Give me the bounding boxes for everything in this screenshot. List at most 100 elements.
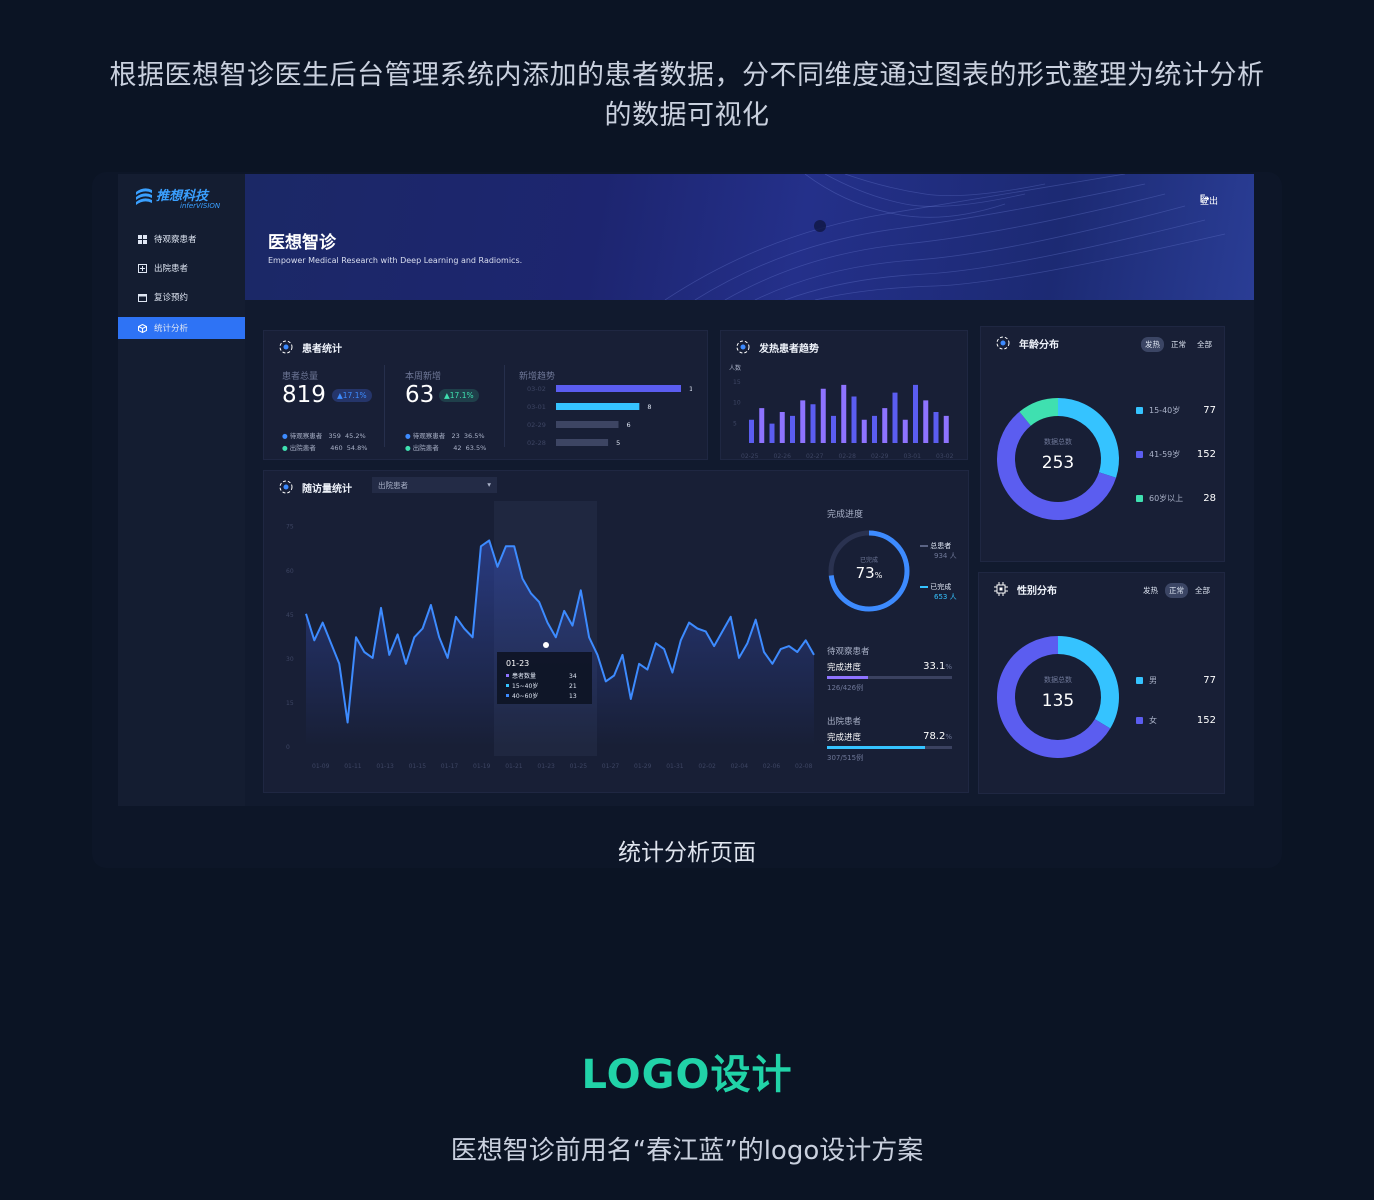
gender-filter-normal[interactable]: 正常 (1165, 583, 1188, 598)
patient-stats-panel: 患者统计 患者总量 819 ▲17.1% ● 待观察患者 359 45.2% ●… (263, 330, 708, 460)
brand-logo[interactable]: 推想科技 inferVISION (134, 182, 244, 214)
legend-swatch (1136, 451, 1143, 458)
ring-legend-done: 已完成 653 人 (920, 582, 957, 602)
tick-label: 01-23 (537, 763, 555, 770)
legend-label: 男 (1149, 676, 1157, 685)
tick-label: 02-06 (763, 763, 781, 770)
fever-bar (882, 408, 888, 443)
fever-bar (749, 419, 754, 443)
divider (504, 365, 505, 447)
divider (384, 365, 385, 447)
fever-bar (779, 412, 785, 443)
tick-label: 01-21 (505, 763, 523, 770)
tick-label: 02-02 (698, 763, 716, 770)
tick-label: 01-29 (634, 763, 652, 770)
legend-value: 77 (1203, 405, 1216, 416)
total-breakdown: ● 待观察患者 359 45.2% ● 出院患者 460 54.8% (282, 432, 368, 452)
tick-label: 03-02 (936, 453, 954, 460)
tick-label: 01-11 (344, 763, 362, 770)
fever-bar (923, 400, 929, 443)
stats-icon (279, 340, 293, 354)
caption: 统计分析页面 (618, 840, 756, 866)
legend-item: 41-59岁 152 (1136, 449, 1216, 460)
tooltip-label: 15~40岁 (512, 682, 538, 690)
intro-text: 根据医想智诊医生后台管理系统内添加的患者数据，分不同维度通过图表的形式整理为统计… (109, 60, 1265, 131)
age-filter-normal[interactable]: 正常 (1167, 337, 1190, 352)
tooltip-value: 13 (569, 693, 577, 700)
fever-bar (820, 388, 826, 443)
gender-filter-fever[interactable]: 发热 (1139, 583, 1162, 598)
fever-bar (902, 419, 908, 443)
tick-label: 0 (286, 744, 290, 751)
tooltip-label: 40~60岁 (512, 692, 538, 700)
age-filter: 发热 正常 全部 (1141, 337, 1216, 352)
legend-swatch (1136, 677, 1143, 684)
patient-type-select[interactable]: 出院患者 ▾ (372, 477, 497, 493)
gender-title: 性别分布 (993, 581, 1057, 597)
sidebar-item-discharged[interactable]: 出院患者 (118, 257, 245, 279)
legend-item: 15-40岁 77 (1136, 405, 1216, 416)
stats-icon (736, 340, 750, 354)
legend-label: 女 (1149, 716, 1157, 725)
tick-label: 5 (733, 420, 737, 427)
age-panel: 年龄分布 发热 正常 全部 数据总数 253 15-40岁 77 41-59岁 152… (980, 326, 1225, 562)
tooltip-value: 34 (569, 673, 577, 680)
sidebar-item-observing[interactable]: 待观察患者 (118, 228, 245, 250)
gender-panel: 性别分布 发热 正常 全部 数据总数 135 男 77 女 152 (978, 572, 1225, 794)
tick-label: 02-28 (839, 453, 857, 460)
logo-section-title: LOGO设计 (581, 1052, 793, 1098)
fever-bar (943, 415, 949, 443)
header-banner: 医想智诊 Empower Medical Research with Deep … (245, 174, 1254, 300)
donut-slice (1019, 398, 1059, 426)
banner-subtitle: Empower Medical Research with Deep Learn… (268, 256, 523, 265)
chevron-down-icon: ▾ (487, 480, 491, 489)
tick-label: 02-29 (527, 421, 546, 429)
tooltip-swatch (506, 684, 509, 687)
sidebar-item-label: 待观察患者 (154, 235, 197, 245)
sidebar-item-label: 复诊预约 (154, 293, 189, 303)
logout-button[interactable]: 登出 (1200, 194, 1218, 207)
tick-label: 02-26 (774, 453, 792, 460)
weekly-change-badge: ▲17.1% (439, 389, 479, 402)
fever-trend-panel: 发热患者趋势 人数 15 10 5 02-25 02-26 02-27 02-28 02-29 0… (720, 330, 968, 460)
gender-center-label: 数据总数 (1044, 676, 1072, 684)
logo-en: inferVISION (180, 202, 221, 210)
fever-bar (861, 419, 867, 443)
tick-label: 03-01 (904, 453, 922, 460)
ring-legend-total: 总患者 934 人 (920, 541, 957, 561)
tick-label: 01-25 (570, 763, 588, 770)
fever-bar (872, 415, 877, 443)
hover-point (543, 642, 549, 648)
tick-label: 02-27 (806, 453, 824, 460)
age-filter-fever[interactable]: 发热 (1141, 337, 1164, 352)
trend-bar (556, 403, 640, 410)
total-label: 患者总量 (282, 372, 319, 382)
tick-label: 01-19 (473, 763, 491, 770)
tooltip-date: 01-23 (506, 659, 529, 668)
sidebar-item-revisit[interactable]: 复诊预约 (118, 286, 245, 308)
legend-swatch (1136, 495, 1143, 502)
fever-bar-chart: 人数 15 10 5 02-25 02-26 02-27 02-28 02-29 03-01 03-… (729, 364, 954, 460)
data-label: 5 (616, 439, 620, 447)
gender-total: 135 (1041, 691, 1075, 711)
age-filter-all[interactable]: 全部 (1193, 337, 1216, 352)
tooltip-label: 患者数量 (512, 672, 536, 680)
legend-swatch (1136, 407, 1143, 414)
weekly-value: 63 (405, 382, 435, 408)
dashboard-app: 推想科技 inferVISION 待观察患者 出院患者 复诊预约 统计分析 医想… (118, 174, 1254, 806)
fever-bar (892, 392, 898, 443)
logo-mark-icon (136, 188, 152, 205)
followup-line-chart: 75 60 45 30 15 0 01-09 01-11 01-13 01-15 01-17 01-1… (286, 501, 815, 770)
tick-label: 02-25 (741, 453, 759, 460)
gender-filter-all[interactable]: 全部 (1191, 583, 1214, 598)
data-label: 6 (627, 421, 631, 429)
fever-bar (759, 408, 765, 443)
tick-label: 15 (286, 700, 294, 707)
discharged-progress-bar (827, 746, 925, 749)
progress-title: 完成进度 (827, 510, 864, 520)
sidebar-item-statistics[interactable]: 统计分析 (118, 317, 245, 339)
discharged-progress: 出院患者 完成进度 78.2% 307/515例 (827, 717, 952, 762)
banner-title: 医想智诊 (268, 233, 336, 253)
trend-bar (556, 439, 609, 446)
tick-label: 03-01 (527, 403, 546, 411)
